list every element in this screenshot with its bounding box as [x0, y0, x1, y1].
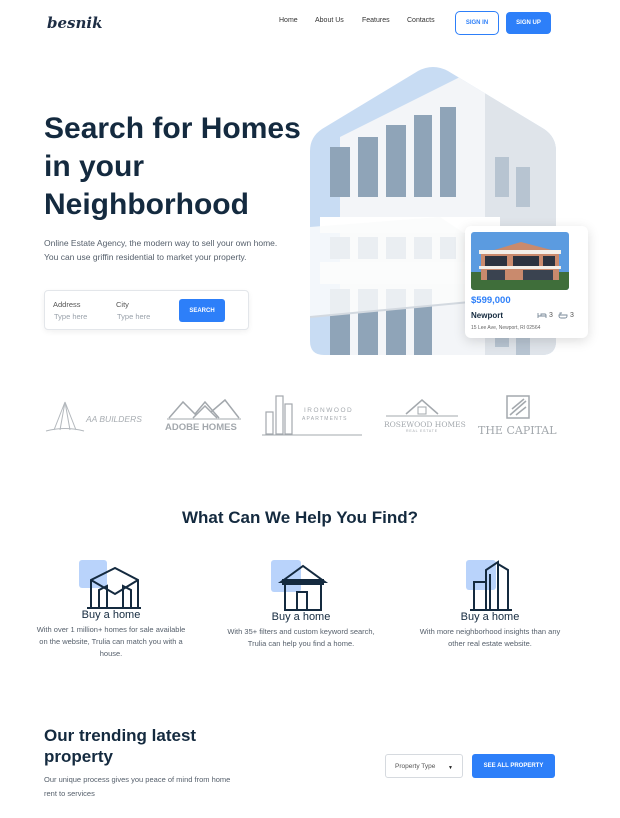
listing-address: 15 Lee Ave, Newport, RI 02564	[471, 325, 541, 331]
bath-icon	[558, 312, 568, 319]
logo[interactable]: besnik	[47, 14, 102, 32]
feature-description: With 35+ filters and custom keyword sear…	[227, 627, 375, 648]
brand-ironwood-text: IRONWOOD	[304, 407, 354, 414]
city-input[interactable]: Type here	[117, 312, 150, 321]
feature-card[interactable]: Buy a home With more neighborhood insigh…	[415, 611, 565, 650]
bed-icon	[537, 313, 547, 318]
the-capital-logo-icon	[506, 395, 530, 419]
property-type-select[interactable]: Property Type ▼	[385, 754, 463, 778]
nav-contacts[interactable]: Contacts	[407, 17, 435, 24]
house-icon	[79, 560, 141, 609]
trending-title: Our trending latest property	[44, 726, 197, 766]
nav-home[interactable]: Home	[279, 17, 298, 24]
property-type-label: Property Type	[395, 762, 436, 770]
brand-adobe-homes-text: ADOBE HOMES	[165, 422, 237, 433]
brand-aa-builders: AA BUILDERS	[44, 400, 149, 436]
sign-in-button[interactable]: SIGN IN	[455, 11, 499, 35]
address-input[interactable]: Type here	[54, 312, 87, 321]
search-button[interactable]: SEARCH	[179, 299, 225, 322]
beds-stat: 3	[537, 312, 553, 319]
feature-title: Buy a home	[271, 611, 331, 623]
see-all-property-button[interactable]: SEE ALL PROPERTY	[472, 754, 555, 778]
brand-adobe-homes: ADOBE HOMES	[165, 398, 243, 436]
feature-description: With more neighborhood insights than any…	[419, 627, 561, 648]
listing-price: $599,000	[471, 295, 511, 306]
feature-card[interactable]: Buy a home With 35+ filters and custom k…	[226, 611, 376, 650]
baths-stat: 3	[558, 312, 574, 319]
brand-real-estate-text: REAL ESTATE	[406, 429, 438, 433]
rosewood-logo-icon	[386, 399, 458, 417]
feature-title: Buy a home	[81, 609, 141, 621]
brand-the-capital-text: THE CAPITAL	[478, 424, 557, 437]
buildings-icon	[466, 560, 512, 611]
sign-up-button[interactable]: SIGN UP	[506, 12, 551, 34]
search-box: Address Type here City Type here SEARCH	[44, 290, 249, 330]
hero-title: Search for Homes in your Neighborhood	[44, 112, 301, 221]
aa-builders-logo-icon	[45, 401, 85, 432]
hero-description: Online Estate Agency, the modern way to …	[44, 238, 278, 262]
nav-about-us[interactable]: About Us	[315, 17, 344, 24]
feature-title: Buy a home	[460, 611, 520, 623]
listing-card[interactable]: $599,000 Newport 3 3 15 Lee Ave, Newport…	[465, 226, 588, 338]
brand-aa-builders-text: AA BUILDERS	[86, 414, 142, 424]
feature-description: With over 1 million+ homes for sale avai…	[36, 625, 186, 658]
city-label: City	[116, 300, 129, 309]
listing-name: Newport	[471, 311, 503, 320]
trending-description: Our unique process gives you peace of mi…	[44, 775, 231, 798]
help-section-title: What Can We Help You Find?	[181, 508, 419, 527]
brand-rosewood-homes: ROSEWOOD HOMES REAL ESTATE	[382, 396, 466, 436]
adobe-homes-logo-icon	[167, 398, 241, 420]
caret-down-icon: ▼	[448, 765, 453, 771]
baths-count: 3	[570, 312, 574, 319]
brand-apartments-text: APARTMENTS	[302, 416, 348, 422]
address-label: Address	[53, 300, 81, 309]
listing-house-image	[471, 232, 569, 290]
brand-ironwood-apartments: IRONWOOD APARTMENTS	[262, 394, 364, 438]
beds-count: 3	[549, 312, 553, 319]
house-roof-icon	[271, 560, 329, 611]
brand-the-capital: THE CAPITAL	[478, 395, 558, 437]
nav-features[interactable]: Features	[362, 17, 390, 24]
feature-card[interactable]: Buy a home With over 1 million+ homes fo…	[36, 609, 186, 660]
brand-rosewood-text: ROSEWOOD HOMES	[384, 420, 466, 429]
